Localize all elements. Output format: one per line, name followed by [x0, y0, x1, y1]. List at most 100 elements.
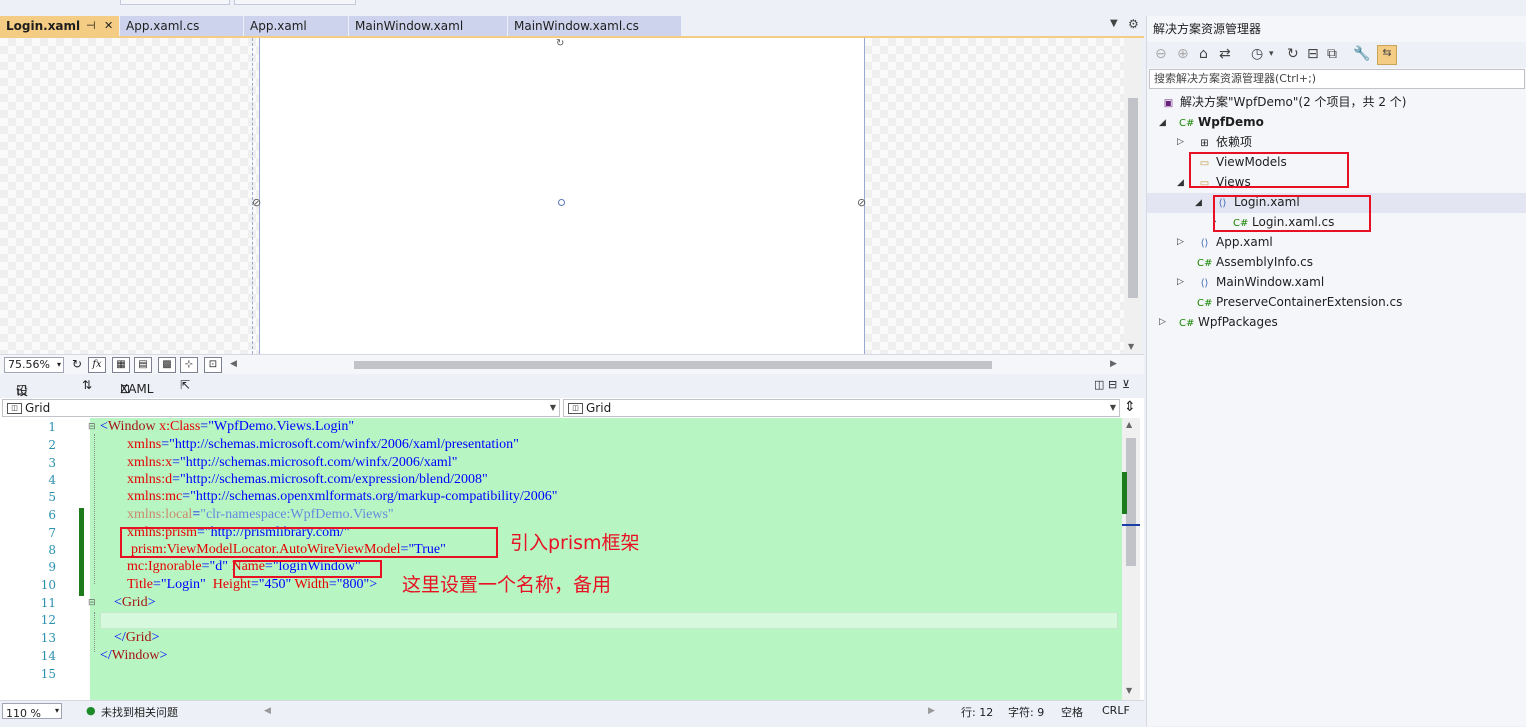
tree-mainwindow-xaml[interactable]: ⟨⟩ MainWindow.xaml — [1197, 272, 1325, 292]
grid-icon[interactable]: ▦ — [112, 357, 130, 373]
annotation-name: 这里设置一个名称，备用 — [402, 574, 612, 596]
show-all-files-icon[interactable]: ⧉ — [1327, 46, 1337, 62]
outline-guide — [94, 434, 96, 584]
window-artboard[interactable] — [259, 38, 865, 354]
expanded-arrow-icon[interactable]: ◢ — [1159, 118, 1166, 128]
swap-panes-icon[interactable]: ⇅ — [82, 378, 92, 392]
pending-changes-icon[interactable]: ◷ — [1251, 46, 1263, 62]
split-horizontal-icon[interactable]: ⊟ — [1108, 378, 1117, 391]
preview-icon[interactable]: ⇆ — [1377, 45, 1397, 65]
design-zoom-select[interactable]: 75.56% ▾ — [4, 357, 64, 373]
xaml-file-icon: ⟨⟩ — [1200, 278, 1209, 289]
scrollbar-thumb[interactable] — [1126, 438, 1136, 566]
top-resize-handle-icon[interactable]: ↻ — [556, 38, 564, 49]
element-selector-right[interactable]: ◫ Grid ▼ — [563, 399, 1120, 417]
center-handle[interactable] — [558, 199, 565, 206]
popout-icon[interactable]: ⇱ — [180, 378, 190, 392]
scrollbar-thumb[interactable] — [1128, 98, 1138, 298]
tree-preserve-container-extension[interactable]: C# PreserveContainerExtension.cs — [1197, 292, 1402, 312]
collapsed-arrow-icon[interactable]: ▷ — [1177, 237, 1184, 247]
code-line-6: xmlns:local="clr-namespace:WpfDemo.Views… — [127, 507, 394, 522]
right-anchor-icon[interactable]: ⊘ — [857, 196, 866, 209]
tree-label: App.xaml — [1216, 235, 1273, 249]
line-ending-indicator[interactable]: CRLF — [1102, 704, 1130, 717]
tree-assemblyinfo[interactable]: C# AssemblyInfo.cs — [1197, 252, 1313, 272]
element-selector-left[interactable]: ◫ Grid ▼ — [2, 399, 560, 417]
code-line-3: xmlns:x="http://schemas.microsoft.com/wi… — [127, 455, 458, 470]
chevron-down-icon: ▾ — [54, 706, 59, 715]
project-code-icon[interactable]: ⊡ — [204, 357, 222, 373]
solution-icon: ▣ — [1163, 98, 1174, 109]
split-vertical-icon[interactable]: ◫ — [1094, 378, 1104, 391]
editor-zoom-select[interactable]: 110 % ▾ — [2, 703, 62, 720]
scroll-right-icon[interactable]: ▶ — [928, 706, 935, 716]
collapsed-arrow-icon[interactable]: ▷ — [1177, 137, 1184, 147]
highlight-box-folders — [1189, 152, 1349, 188]
tree-solution[interactable]: ▣ 解决方案"WpfDemo"(2 个项目，共 2 个) — [1161, 92, 1407, 112]
pin-icon[interactable]: ⊣ — [86, 16, 96, 36]
scroll-left-icon[interactable]: ◀ — [264, 706, 271, 716]
sync-icon[interactable]: ↻ — [1287, 46, 1299, 62]
code-line-10: Title="Login" Height="450" Width="800"> — [127, 577, 378, 592]
line-number: 13 — [40, 631, 56, 645]
refresh-icon[interactable]: ↻ — [72, 357, 82, 371]
tab-mainwindow-xaml[interactable]: MainWindow.xaml — [349, 16, 508, 36]
line-number: 11 — [40, 596, 56, 610]
properties-icon[interactable]: 🔧 — [1353, 46, 1370, 62]
xaml-editor[interactable]: 1 2 3 4 5 6 7 8 9 10 11 12 13 14 15 ⊟ ⊟ <Window x:Clas… — [0, 418, 1144, 700]
horizontal-scroll-thumb[interactable] — [354, 361, 992, 369]
collapse-pane-icon[interactable]: ⊻ — [1122, 378, 1130, 391]
tab-mainwindow-xaml-cs[interactable]: MainWindow.xaml.cs — [508, 16, 682, 36]
collapse-icon[interactable]: ⊟ — [88, 422, 96, 432]
chevron-down-icon: ▼ — [1109, 403, 1116, 412]
issues-status[interactable]: 未找到相关问题 — [101, 704, 178, 720]
chevron-down-icon[interactable]: ▾ — [1269, 49, 1274, 59]
scroll-down-icon[interactable]: ▼ — [1128, 342, 1134, 351]
collapse-all-icon[interactable]: ⊟ — [1307, 46, 1319, 62]
tab-dropdown-icon[interactable]: ▼ — [1110, 18, 1118, 29]
tab-login-xaml[interactable]: Login.xaml ⊣ ✕ — [0, 16, 120, 36]
switch-views-icon[interactable]: ⇄ — [1219, 46, 1231, 62]
tree-label: AssemblyInfo.cs — [1216, 255, 1314, 269]
close-icon[interactable]: ✕ — [104, 16, 113, 36]
design-surface[interactable]: ↻ ⊘ ⊘ — [0, 38, 1124, 354]
char-indicator[interactable]: 字符: 9 — [1008, 704, 1044, 720]
scroll-up-icon[interactable]: ▲ — [1126, 420, 1132, 429]
line-indicator[interactable]: 行: 12 — [961, 704, 993, 720]
snap-grid-icon[interactable]: ▤ — [134, 357, 152, 373]
solution-explorer-title: 解决方案资源管理器 — [1153, 22, 1262, 36]
collapse-icon[interactable]: ⊟ — [88, 598, 96, 608]
snap-lines-icon[interactable]: ⊹ — [180, 357, 198, 373]
split-icon[interactable]: ⇕ — [1124, 399, 1136, 415]
scroll-down-icon[interactable]: ▼ — [1126, 686, 1132, 695]
whitespace-indicator[interactable]: 空格 — [1061, 704, 1083, 720]
home-icon[interactable]: ⌂ — [1199, 46, 1208, 62]
line-number: 15 — [40, 667, 56, 681]
solution-search-input[interactable]: 搜索解决方案资源管理器(Ctrl+;) — [1149, 69, 1525, 89]
tree-app-xaml[interactable]: ⟨⟩ App.xaml — [1197, 232, 1273, 252]
artboard-background-icon[interactable]: ▩ — [158, 357, 176, 373]
tree-label: PreserveContainerExtension.cs — [1216, 295, 1403, 309]
forward-icon[interactable]: ⊕ — [1177, 46, 1189, 62]
tab-app-xaml[interactable]: App.xaml — [244, 16, 349, 36]
tree-project-wpfdemo[interactable]: C# WpfDemo — [1179, 112, 1264, 132]
code-line-1: <Window x:Class="WpfDemo.Views.Login" — [100, 419, 355, 434]
expanded-arrow-icon[interactable]: ◢ — [1177, 178, 1184, 188]
design-vertical-scrollbar[interactable]: ▼ — [1124, 38, 1142, 354]
gear-icon[interactable]: ⚙ — [1128, 17, 1139, 31]
collapsed-arrow-icon[interactable]: ▷ — [1177, 277, 1184, 287]
collapsed-arrow-icon[interactable]: ▷ — [1159, 317, 1166, 327]
line-number: 4 — [48, 473, 56, 487]
tree-dependencies[interactable]: ⊞ 依赖项 — [1197, 132, 1252, 152]
scroll-left-icon[interactable]: ◀ — [230, 359, 237, 369]
tab-label: App.xaml.cs — [126, 19, 200, 33]
tab-app-xaml-cs[interactable]: App.xaml.cs — [120, 16, 244, 36]
line-number: 8 — [48, 543, 56, 557]
fx-button[interactable]: fx — [88, 357, 106, 373]
editor-vertical-scrollbar[interactable]: ▲ ▼ — [1122, 418, 1140, 700]
xaml-file-icon: ⟨⟩ — [1200, 238, 1209, 249]
scroll-right-icon[interactable]: ▶ — [1110, 359, 1117, 369]
tree-project-wpfpackages[interactable]: C# WpfPackages — [1179, 312, 1278, 332]
expanded-arrow-icon[interactable]: ◢ — [1195, 198, 1202, 208]
back-icon[interactable]: ⊖ — [1155, 46, 1167, 62]
